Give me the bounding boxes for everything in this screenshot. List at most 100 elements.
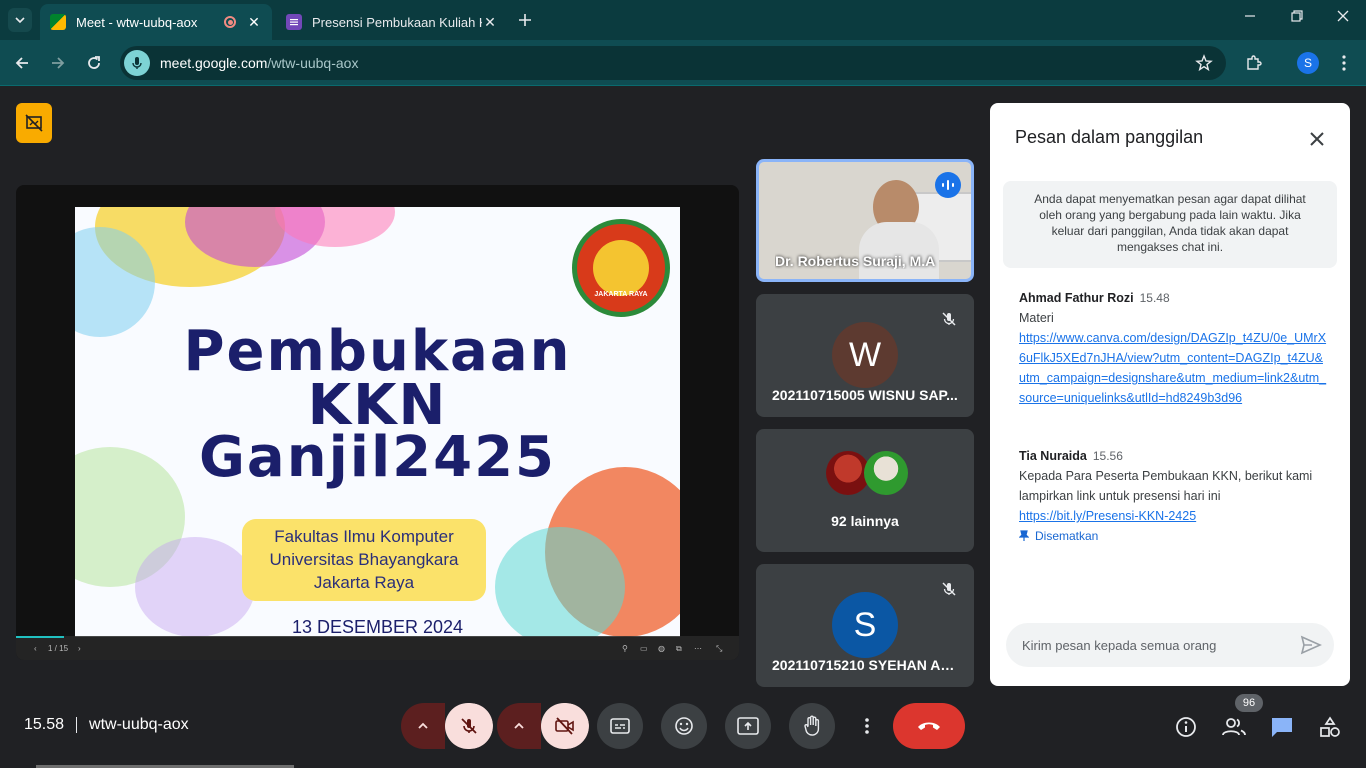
profile-avatar[interactable]: S xyxy=(1297,52,1319,74)
camera-toggle-button[interactable] xyxy=(541,703,589,749)
captions-icon xyxy=(610,718,630,734)
restore-button[interactable] xyxy=(1289,8,1305,29)
avatar: S xyxy=(832,592,898,658)
broadcast-icon[interactable]: ◍ xyxy=(658,644,665,653)
participant-name: 202110715005 WISNU SAP... xyxy=(772,387,958,403)
participant-tile[interactable]: W 202110715005 WISNU SAP... xyxy=(756,294,974,417)
activities-icon xyxy=(1320,716,1340,737)
captions-button[interactable] xyxy=(597,703,643,749)
new-tab-button[interactable] xyxy=(518,10,532,33)
message-text: Kepada Para Peserta Pembukaan KKN, berik… xyxy=(1019,469,1313,503)
presentation-slide: JAKARTA RAYA Pembukaan KKN Ganjil2425 Fa… xyxy=(75,207,680,637)
meeting-time: 15.58 xyxy=(24,716,65,733)
minimize-icon xyxy=(1245,15,1255,17)
forward-icon xyxy=(52,57,65,69)
address-bar[interactable]: meet.google.com/wtw-uubq-aox xyxy=(120,46,1226,80)
participant-name: 202110715210 SYEHAN AU... xyxy=(772,657,962,673)
info-icon xyxy=(1176,717,1196,737)
popout-icon[interactable]: ⧉ xyxy=(676,644,682,654)
avatar xyxy=(864,451,908,495)
pinned-label[interactable]: Disematkan xyxy=(1019,526,1329,546)
reload-button[interactable] xyxy=(83,52,105,74)
message-text: Materi xyxy=(1019,311,1054,325)
browser-menu-button[interactable] xyxy=(1333,52,1355,74)
chat-title: Pesan dalam panggilan xyxy=(1015,127,1204,147)
restore-icon xyxy=(1291,10,1303,22)
activities-button[interactable] xyxy=(1317,714,1343,740)
close-icon xyxy=(1310,132,1324,146)
recording-indicator-icon xyxy=(224,16,236,28)
more-vert-icon xyxy=(1342,55,1346,71)
chat-button[interactable] xyxy=(1269,714,1295,740)
plus-icon xyxy=(519,14,531,26)
next-slide-icon[interactable]: › xyxy=(78,644,81,653)
tab-search-button[interactable] xyxy=(8,8,32,32)
send-button[interactable] xyxy=(1300,634,1322,661)
avatar: W xyxy=(832,322,898,388)
extensions-button[interactable] xyxy=(1243,52,1265,74)
extensions-icon xyxy=(1247,55,1262,70)
browser-tab-bar: Meet - wtw-uubq-aox ✕ Presensi Pembukaan… xyxy=(0,0,1366,40)
reload-icon xyxy=(88,56,100,69)
microphone-control xyxy=(401,703,493,749)
back-button[interactable] xyxy=(11,52,33,74)
forward-button[interactable] xyxy=(47,52,69,74)
video-options-button[interactable] xyxy=(497,703,541,749)
raise-hand-button[interactable] xyxy=(789,703,835,749)
prev-slide-icon[interactable]: ‹ xyxy=(34,644,37,653)
chat-icon xyxy=(1272,718,1292,737)
minimize-button[interactable] xyxy=(1242,8,1258,29)
back-icon xyxy=(15,57,28,69)
chevron-up-icon xyxy=(514,722,524,729)
mic-toggle-button[interactable] xyxy=(445,703,493,749)
close-tab-icon[interactable]: ✕ xyxy=(246,14,262,31)
close-chat-button[interactable] xyxy=(1303,125,1331,153)
zoom-icon[interactable]: ⚲ xyxy=(622,644,628,653)
more-options-button[interactable] xyxy=(853,703,881,749)
participant-tile[interactable]: S 202110715210 SYEHAN AU... xyxy=(756,564,974,687)
exit-fullscreen-icon[interactable]: ⤡ xyxy=(716,644,722,654)
close-window-button[interactable] xyxy=(1335,8,1351,29)
browser-toolbar: meet.google.com/wtw-uubq-aox S xyxy=(0,40,1366,86)
meet-favicon xyxy=(50,14,66,30)
chevron-down-icon xyxy=(15,17,25,24)
message-link[interactable]: https://bit.ly/Presensi-KKN-2425 xyxy=(1019,506,1329,526)
chat-input[interactable] xyxy=(1022,637,1282,653)
camera-control xyxy=(497,703,589,749)
leave-call-button[interactable] xyxy=(893,703,965,749)
mic-icon xyxy=(124,50,150,76)
presentation-off-icon xyxy=(25,114,43,132)
audio-options-button[interactable] xyxy=(401,703,445,749)
more-horiz-icon[interactable]: ⋯ xyxy=(694,644,702,653)
more-participants-label: 92 lainnya xyxy=(831,513,899,529)
speaking-indicator-icon xyxy=(935,172,961,198)
more-participants-tile[interactable]: 92 lainnya xyxy=(756,429,974,552)
people-button[interactable] xyxy=(1221,714,1247,740)
tab-presensi[interactable]: Presensi Pembukaan Kuliah Kerj ✕ xyxy=(276,4,508,40)
meeting-info-button[interactable] xyxy=(1173,714,1199,740)
chat-panel: Pesan dalam panggilan Anda dapat menyema… xyxy=(990,103,1350,686)
chevron-up-icon xyxy=(418,722,428,729)
slide-controls: ‹ 1 / 15 › ⚲ ▭ ◍ ⧉ ⋯ ⤡ xyxy=(16,636,739,660)
present-button[interactable] xyxy=(725,703,771,749)
message-sender: Ahmad Fathur Rozi xyxy=(1019,291,1134,305)
reactions-button[interactable] xyxy=(661,703,707,749)
keyboard-icon[interactable]: ▭ xyxy=(640,644,648,653)
close-tab-icon[interactable]: ✕ xyxy=(482,14,498,31)
message-link[interactable]: https://www.canva.com/design/DAGZIp_t4ZU… xyxy=(1019,328,1329,408)
presentation-off-button[interactable] xyxy=(16,103,52,143)
meeting-code: wtw-uubq-aox xyxy=(89,716,189,733)
chat-input-box[interactable] xyxy=(1006,623,1334,667)
people-icon xyxy=(1222,718,1246,736)
page-indicator: 1 / 15 xyxy=(48,644,69,653)
bookmark-button[interactable] xyxy=(1193,52,1215,74)
present-icon xyxy=(737,717,759,735)
meeting-details: 15.58 wtw-uubq-aox xyxy=(24,716,189,734)
participant-tile-speaker[interactable]: Dr. Robertus Suraji, M.A xyxy=(756,159,974,282)
raise-hand-icon xyxy=(804,715,820,736)
more-vert-icon xyxy=(865,718,869,734)
message-sender: Tia Nuraida xyxy=(1019,449,1087,463)
presentation-view[interactable]: JAKARTA RAYA Pembukaan KKN Ganjil2425 Fa… xyxy=(16,185,739,660)
tab-title: Presensi Pembukaan Kuliah Kerj xyxy=(312,14,482,30)
tab-meet[interactable]: Meet - wtw-uubq-aox ✕ xyxy=(40,4,272,40)
